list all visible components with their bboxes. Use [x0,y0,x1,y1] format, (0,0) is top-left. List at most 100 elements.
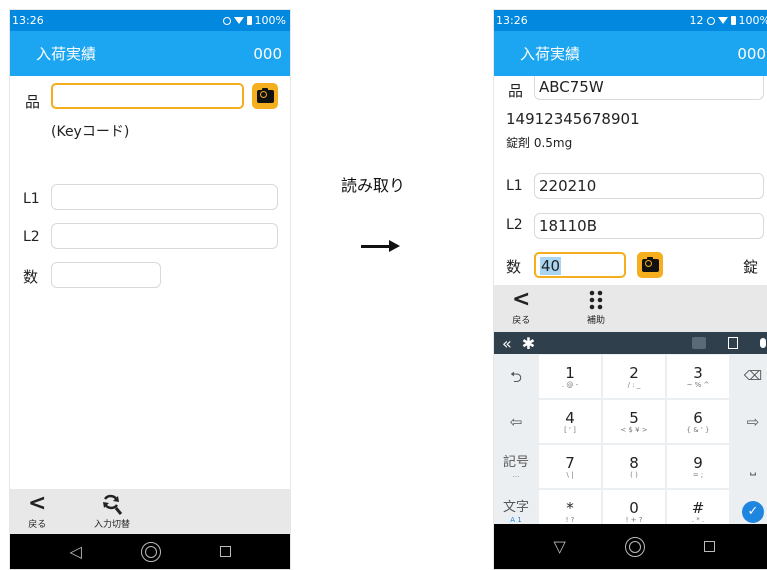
input-switch-button[interactable]: 入力切替 [94,493,130,530]
app-bar: 入荷実績 000 [494,31,767,76]
assist-button[interactable]: 補助 [587,289,605,326]
app-bar: 入荷実績 000 [10,31,290,76]
key-sub: = ; [692,470,704,479]
clipboard-icon[interactable] [728,337,738,349]
signal-value: 12 [689,14,704,27]
key-main: 3 [693,363,703,382]
phone-after: 13:26 12 100% 入荷実績 000 品 ABC75W 14912345… [493,9,767,570]
l2-input[interactable] [51,223,278,249]
gear-icon[interactable]: ✱ [522,334,535,353]
qty-label: 数 [23,268,39,286]
nav-back-icon[interactable]: ▽ [553,537,565,556]
collapse-icon[interactable]: « [502,334,512,353]
key-main: 7 [565,453,575,472]
key-sub: / : _ [627,380,641,389]
back-label: 戻る [28,520,47,530]
camera-scan-button[interactable] [252,83,278,109]
qty-input[interactable]: 40 [534,252,626,278]
num-key[interactable]: 2/ : _ [603,355,665,398]
wifi-icon [717,17,728,24]
status-bar: 13:26 100% [10,10,290,31]
key-sub: \ | [566,470,574,479]
input-switch-label: 入力切替 [94,520,131,530]
qty-input[interactable] [51,262,161,288]
nav-home-icon[interactable] [140,541,161,562]
num-key[interactable]: 6{ & ' } [667,400,729,443]
key-main: 0 [629,498,639,517]
qty-label: 数 [506,258,522,276]
l2-label: L2 [23,229,40,245]
key-main: 4 [565,408,575,427]
back-button[interactable]: < 戻る [28,493,47,531]
wifi-icon [233,17,244,24]
status-bar: 13:26 12 100% [494,10,767,31]
chevron-left-icon: < [512,287,531,312]
key-sub: . @ - [561,380,579,389]
num-key[interactable]: 4[ ' ] [539,400,601,443]
kigou-key[interactable]: 記号 ... [494,444,538,489]
back-label: 戻る [512,316,531,326]
hin-input[interactable]: ABC75W [534,76,764,100]
check-icon: ✓ [742,500,764,523]
space-key[interactable]: ⎵ [730,444,767,489]
key-sub: { & ' } [686,425,710,434]
camera-icon [641,256,659,272]
transition-area: 読み取り [291,0,493,570]
l1-input[interactable] [51,184,278,210]
battery-icon [246,16,252,25]
bottom-toolbar: < 戻る 入力切替 [10,489,290,535]
backspace-key[interactable]: ⌫ [730,354,767,399]
num-key[interactable]: 3 ~ % ^ [667,355,729,398]
dots-grid-icon [589,290,603,310]
key-main: # [691,498,705,517]
camera-icon [256,87,274,103]
nav-recent-icon[interactable] [219,546,231,557]
nav-back-icon[interactable]: ◁ [69,542,81,561]
cursor-right-key[interactable]: ⇨ [730,399,767,444]
numeric-keyboard: ⮌ ⇦ 記号 ... 文字 A 1 ⌫ ⇨ ⎵ ✓ 1. @ -2/ : _ 3 ~… [494,354,767,536]
android-nav-bar: ▽ [494,524,767,569]
num-key[interactable]: 8( ) [603,445,665,488]
hin-input[interactable] [51,83,244,109]
hin-label: 品 [508,82,524,100]
undo-key[interactable]: ⮌ [494,354,538,399]
key-main: 8 [629,453,639,472]
search-refresh-icon [103,494,123,515]
bottom-toolbar: < 戻る 補助 [494,285,767,332]
l2-label: L2 [506,217,523,233]
key-sub: [ ' ] [564,425,576,434]
cursor-left-key[interactable]: ⇦ [494,399,538,444]
l1-label: L1 [506,178,523,194]
page-title: 入荷実績 [520,45,581,63]
key-sub: ! + ? [625,515,643,524]
page-title: 入荷実績 [36,45,97,63]
mic-icon[interactable] [760,338,766,348]
battery-level: 100% [738,14,767,27]
key-sub: ~ % ^ [686,380,710,389]
assist-label: 補助 [587,316,606,326]
num-key[interactable]: 1. @ - [539,355,601,398]
camera-scan-button[interactable] [637,252,663,278]
hin-note: (Keyコード) [51,124,130,140]
back-button[interactable]: < 戻る [512,287,531,327]
key-main: 1 [565,363,575,382]
key-main: 9 [693,453,703,472]
status-time: 13:26 [12,14,44,27]
key-main: 5 [629,408,639,427]
sync-icon [222,16,231,25]
num-key[interactable]: 9 = ; [667,445,729,488]
translate-icon[interactable] [692,337,706,349]
num-key[interactable]: 7 \ | [539,445,601,488]
l2-input[interactable]: 18110B [534,213,764,239]
key-sub: . * . [691,515,705,524]
hin-label: 品 [25,93,41,111]
qty-selected-text: 40 [540,257,562,275]
num-key[interactable]: 5 < $ ¥ > [603,400,665,443]
header-code: 000 [737,44,766,63]
nav-recent-icon[interactable] [703,541,715,552]
key-sub: ( ) [630,470,638,479]
nav-home-icon[interactable] [624,536,645,557]
android-nav-bar: ◁ [10,534,290,569]
transition-label: 読み取り [341,176,406,195]
l1-input[interactable]: 220210 [534,173,764,199]
